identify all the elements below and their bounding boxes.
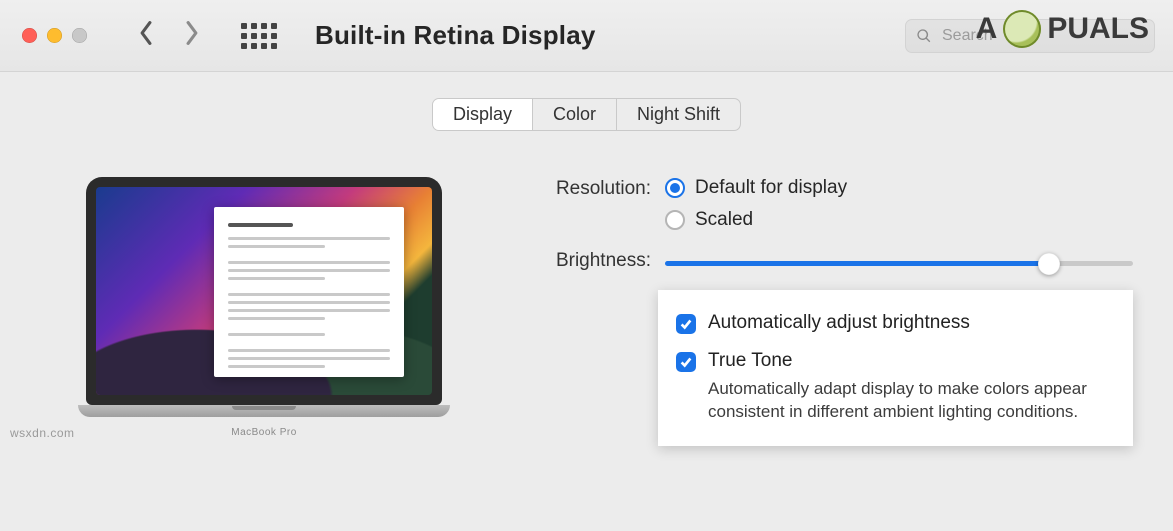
tab-display[interactable]: Display xyxy=(433,99,533,130)
preview-document xyxy=(214,207,404,377)
auto-brightness-checkbox[interactable] xyxy=(676,314,696,334)
radio-icon xyxy=(665,178,685,198)
source-site-label: wsxdn.com xyxy=(10,426,75,440)
forward-button[interactable] xyxy=(183,20,201,51)
search-input[interactable] xyxy=(940,26,1144,46)
search-field[interactable] xyxy=(905,19,1155,53)
settings-form: Resolution: Default for display Scaled B… xyxy=(530,177,1173,446)
auto-brightness-label: Automatically adjust brightness xyxy=(708,312,970,334)
true-tone-checkbox[interactable] xyxy=(676,352,696,372)
tab-night-shift[interactable]: Night Shift xyxy=(617,99,740,130)
tab-bar: Display Color Night Shift xyxy=(0,98,1173,131)
window-toolbar: Built-in Retina Display xyxy=(0,0,1173,72)
check-icon xyxy=(679,355,693,369)
brightness-label: Brightness: xyxy=(530,249,665,272)
close-window-button[interactable] xyxy=(22,28,37,43)
tab-label: Color xyxy=(553,104,596,124)
check-icon xyxy=(679,317,693,331)
resolution-default-radio[interactable]: Default for display xyxy=(665,177,847,199)
zoom-window-button[interactable] xyxy=(72,28,87,43)
tab-label: Display xyxy=(453,104,512,124)
show-all-prefs-button[interactable] xyxy=(241,23,277,49)
resolution-scaled-radio[interactable]: Scaled xyxy=(665,209,847,231)
slider-thumb[interactable] xyxy=(1038,253,1060,275)
radio-label: Default for display xyxy=(695,177,847,199)
highlighted-options: Automatically adjust brightness True Ton… xyxy=(658,290,1133,446)
true-tone-label: True Tone xyxy=(708,350,1101,372)
search-icon xyxy=(916,28,932,44)
back-button[interactable] xyxy=(137,20,155,51)
traffic-lights xyxy=(22,28,87,43)
nav-arrows xyxy=(137,20,201,51)
radio-icon xyxy=(665,210,685,230)
resolution-label: Resolution: xyxy=(530,177,665,200)
minimize-window-button[interactable] xyxy=(47,28,62,43)
display-preview: MacBook Pro xyxy=(78,177,450,446)
true-tone-description: Automatically adapt display to make colo… xyxy=(708,378,1101,424)
tab-label: Night Shift xyxy=(637,104,720,124)
tab-color[interactable]: Color xyxy=(533,99,617,130)
radio-label: Scaled xyxy=(695,209,753,231)
brightness-slider[interactable] xyxy=(665,261,1133,266)
device-model-label: MacBook Pro xyxy=(78,427,450,438)
window-title: Built-in Retina Display xyxy=(315,20,596,51)
